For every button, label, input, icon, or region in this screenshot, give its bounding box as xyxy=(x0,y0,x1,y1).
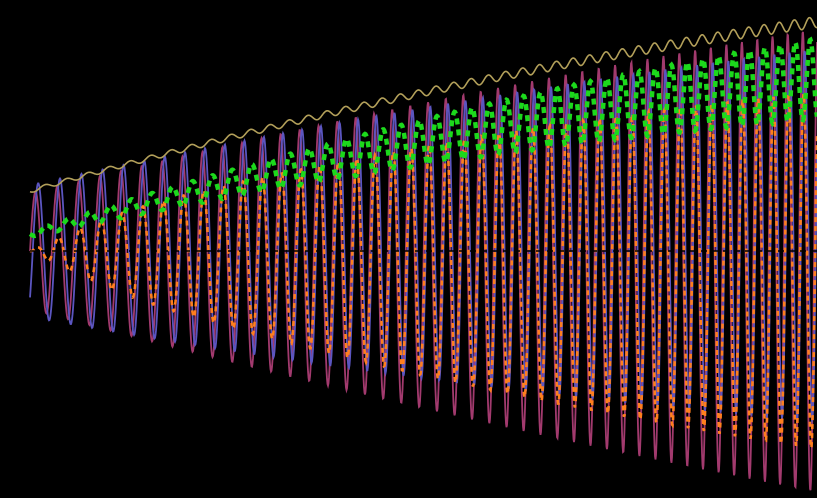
waveform-chart xyxy=(0,0,817,498)
chart-canvas xyxy=(0,0,817,498)
